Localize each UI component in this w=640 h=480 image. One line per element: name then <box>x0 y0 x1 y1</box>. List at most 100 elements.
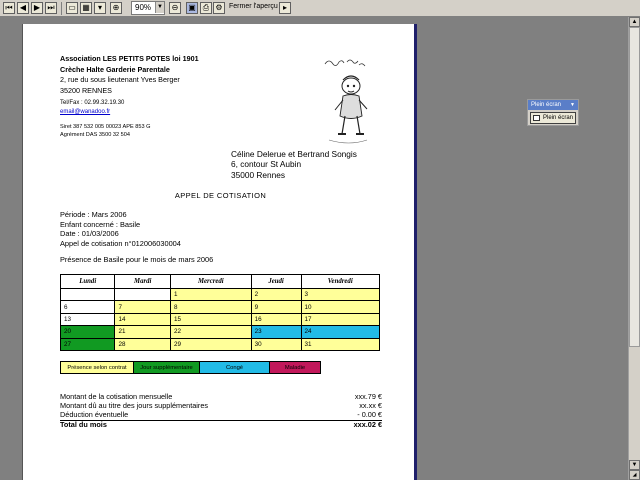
calendar-header-4: Vendredi <box>300 274 380 289</box>
org-subtitle: Crèche Halte Garderie Parentale <box>60 64 170 74</box>
calendar-day-cell: 13 <box>59 312 116 327</box>
totals-row: Déduction éventuelle - 0.00 € <box>60 409 382 420</box>
calendar-day-cell <box>114 287 171 302</box>
zoom-in-icon[interactable]: ⊕ <box>110 2 122 14</box>
date-line: Date : 01/03/2006 <box>60 229 119 239</box>
total-month-row: Total du mois xxx.02 € <box>60 420 382 429</box>
legend-item: Congé <box>200 362 270 373</box>
calendar-row: 27 28 29 30 31 <box>59 337 380 351</box>
calendar-header-3: Jeudi <box>250 274 302 289</box>
print-icon[interactable]: ⎙ <box>200 2 212 14</box>
calendar-day-cell: 20 <box>59 325 116 339</box>
calendar-day-cell: 31 <box>300 337 380 351</box>
preview-toolbar: ⏮ ◀ ▶ ⏭ ▭ ▦ ▾ ⊕ 90% ▼ ⊖ ▣ ⎙ ⚙ Fermer l'a… <box>0 0 640 17</box>
single-view-icon[interactable]: ▣ <box>186 2 198 14</box>
toolbar-separator <box>61 2 62 15</box>
calendar-day-cell: 16 <box>250 312 302 327</box>
contact-block: Tel/Fax : 02.99.32.19.30 email@wanadoo.f… <box>60 99 124 117</box>
fullscreen-button-label: Plein écran <box>543 115 574 121</box>
calendar-day-cell: 17 <box>300 312 380 327</box>
agrement-number: Agrément DAS 3500 32 504 <box>60 131 130 138</box>
period-line: Période : Mars 2006 <box>60 210 127 219</box>
org-city: 35200 RENNES <box>60 85 112 95</box>
calendar-day-cell: 7 <box>114 300 171 314</box>
panel-title[interactable]: Plein écran ▼ <box>528 100 578 110</box>
resize-grip-icon[interactable]: ◢ <box>629 470 640 480</box>
calendar-legend: Présence selon contrat Jour supplémentair… <box>60 361 321 374</box>
panel-title-label: Plein écran <box>531 102 562 108</box>
recipient-street: 6, contour St Aubin <box>231 159 302 170</box>
total-value: xxx.02 € <box>353 420 382 430</box>
calendar-day-cell <box>59 287 116 302</box>
calendar-day-cell: 27 <box>59 337 116 351</box>
calendar-header-0: Lundi <box>59 274 116 289</box>
calendar-header-row: Lundi Mardi Mercredi Jeudi Vendredi <box>59 274 380 289</box>
calendar-day-cell: 6 <box>59 300 116 314</box>
calendar-header-2: Mercredi <box>170 274 252 289</box>
org-street: 2, rue du sous lieutenant Yves Berger <box>60 75 180 84</box>
totals-block: Montant de la cotisation mensuelle xxx.79… <box>60 392 382 429</box>
panel-menu-arrow-icon[interactable]: ▼ <box>570 100 575 110</box>
fullscreen-toolbar-panel[interactable]: Plein écran ▼ Plein écran <box>527 99 579 126</box>
document-title: APPEL DE COTISATION <box>174 191 267 200</box>
calendar-day-cell: 2 <box>250 287 302 302</box>
vertical-scrollbar[interactable]: ▲ ▼ ◢ <box>628 17 640 480</box>
one-page-icon[interactable]: ▭ <box>66 2 78 14</box>
calendar-day-cell: 30 <box>250 337 302 351</box>
scroll-up-icon[interactable]: ▲ <box>629 17 640 27</box>
scrollbar-thumb[interactable] <box>629 27 640 347</box>
legend-item: Maladie <box>270 362 320 373</box>
siret-number: Siret 387 532 005 00023 APE 853 G <box>60 124 151 130</box>
presence-heading: Présence de Basile pour le mois de mars … <box>60 255 214 264</box>
multi-page-icon[interactable]: ▦ <box>80 2 92 14</box>
total-label: Total du mois <box>60 420 107 430</box>
calendar-day-cell: 15 <box>170 312 252 327</box>
calendar-day-cell: 10 <box>300 300 380 314</box>
zoom-value: 90% <box>135 3 152 12</box>
totals-label: Déduction éventuelle <box>60 409 129 419</box>
scroll-down-icon[interactable]: ▼ <box>629 460 640 470</box>
calendar-row: 20 21 22 23 24 <box>59 325 380 339</box>
calendar-day-cell: 29 <box>170 337 252 351</box>
totals-value: - 0.00 € <box>357 409 382 419</box>
close-preview-button[interactable]: Fermer l'aperçu <box>229 3 278 10</box>
calendar-day-cell: 3 <box>300 287 380 302</box>
calendar-day-cell: 28 <box>114 337 171 351</box>
org-telfax: Tel/Fax : 02.99.32.19.30 <box>60 100 125 106</box>
first-page-icon[interactable]: ⏮ <box>3 2 15 14</box>
organization-block: Association LES PETITS POTES loi 1901 Cr… <box>60 54 199 96</box>
print-setup-icon[interactable]: ⚙ <box>213 2 225 14</box>
call-number-line: Appel de cotisation n°012006030004 <box>60 238 181 248</box>
calendar-day-cell: 14 <box>114 312 171 327</box>
siret-block: Siret 387 532 005 00023 APE 853 G Agréme… <box>60 124 151 139</box>
calendar-day-cell: 21 <box>114 325 171 339</box>
document-page: Association LES PETITS POTES loi 1901 Cr… <box>22 24 417 480</box>
fullscreen-button[interactable]: Plein écran <box>530 112 576 124</box>
invoice-info: Période : Mars 2006 Enfant concerné : Ba… <box>60 210 181 248</box>
attendance-calendar: Lundi Mardi Mercredi Jeudi Vendredi 12367891… <box>59 274 380 351</box>
legend-item: Jour supplémentaire <box>134 362 200 373</box>
fullscreen-icon <box>533 115 540 121</box>
next-page-icon[interactable]: ▶ <box>31 2 43 14</box>
calendar-row: 13 14 15 16 17 <box>59 312 380 327</box>
last-page-icon[interactable]: ⏭ <box>45 2 57 14</box>
prev-page-icon[interactable]: ◀ <box>17 2 29 14</box>
recipient-city: 35000 Rennes <box>231 169 285 180</box>
calendar-day-cell: 24 <box>300 325 380 339</box>
calendar-row: 123 <box>59 287 380 302</box>
org-name: Association LES PETITS POTES loi 1901 <box>60 54 199 63</box>
calendar-day-cell: 8 <box>170 300 252 314</box>
chevron-down-icon[interactable]: ▼ <box>155 2 164 13</box>
recipient-address: Céline Delerue et Bertrand Songis 6, con… <box>231 149 357 180</box>
logo-illustration <box>324 59 368 144</box>
calendar-day-cell: 1 <box>170 287 252 302</box>
zoom-out-icon[interactable]: ⊖ <box>169 2 181 14</box>
child-line: Enfant concerné : Basile <box>60 219 141 229</box>
calendar-day-cell: 22 <box>170 325 252 339</box>
dropdown-arrow-icon[interactable]: ▾ <box>94 2 106 14</box>
calendar-day-cell: 9 <box>250 300 302 314</box>
calendar-day-cell: 23 <box>250 325 302 339</box>
org-email-link[interactable]: email@wanadoo.fr <box>60 108 124 117</box>
toolbar-end-icon[interactable]: ▸ <box>279 2 291 14</box>
legend-item: Présence selon contrat <box>61 362 134 373</box>
